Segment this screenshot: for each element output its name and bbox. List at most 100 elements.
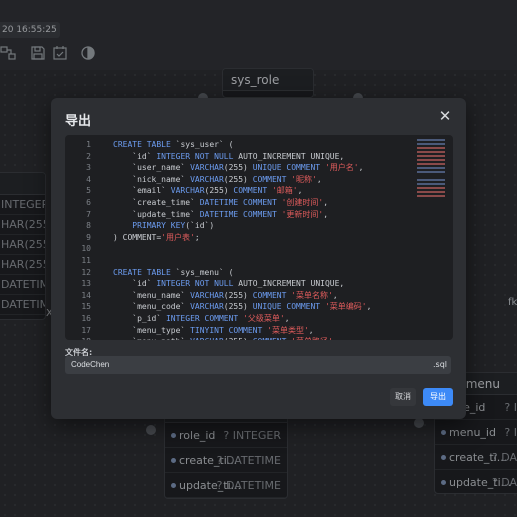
line-number: 11	[81, 255, 91, 265]
sql-token: `id`	[113, 279, 157, 289]
sql-string: '菜单编码'	[324, 302, 367, 312]
sql-token: `menu_code`	[113, 302, 191, 312]
filename-input[interactable]	[65, 356, 451, 374]
code-line: `menu_path` VARCHAR(255) COMMENT '菜单路径',	[113, 336, 403, 340]
sql-token: `sys_menu` (	[175, 267, 234, 277]
code-line: `user_name` VARCHAR(255) UNIQUE COMMENT …	[113, 162, 403, 174]
sql-token: `create_time`	[113, 197, 200, 207]
sql-keyword: COMMENT	[233, 186, 272, 196]
sql-token: `update_time`	[113, 209, 200, 219]
sql-token: ,	[297, 186, 303, 196]
sql-string: '菜单名称'	[291, 290, 333, 300]
close-icon[interactable]: ✕	[436, 107, 454, 125]
filename-suffix: .sql	[433, 360, 448, 369]
sql-keyword: DATETIME COMMENT	[199, 197, 282, 207]
sql-keyword: CREATE TABLE	[113, 140, 176, 149]
sql-keyword: CREATE TABLE	[113, 267, 176, 277]
code-line: `nick_name` VARCHAR(255) COMMENT '昵称',	[113, 174, 403, 186]
sql-token: ,	[316, 174, 322, 184]
sql-keyword: VARCHAR	[170, 186, 205, 196]
sql-token: ,	[332, 290, 338, 300]
sql-keyword: INTEGER NOT NULL	[156, 151, 239, 161]
cancel-button[interactable]: 取消	[390, 388, 416, 406]
sql-string: '昵称'	[291, 174, 317, 184]
code-minimap[interactable]	[417, 139, 445, 209]
sql-token: (255)	[223, 174, 253, 184]
sql-keyword: DATETIME COMMENT	[199, 209, 282, 219]
line-number: 2	[86, 151, 91, 161]
sql-token: ,	[366, 302, 372, 312]
sql-token: `user_name`	[113, 163, 191, 173]
sql-token: `email`	[113, 186, 171, 196]
line-number: 8	[86, 221, 91, 231]
code-line: `update_time` DATETIME COMMENT '更新时间',	[113, 209, 403, 221]
sql-keyword: PRIMARY KEY	[113, 221, 186, 231]
sql-string: '菜单路径'	[291, 337, 333, 340]
sql-token: `menu_type`	[113, 325, 191, 335]
code-line: `id` INTEGER NOT NULL AUTO_INCREMENT UNI…	[113, 278, 403, 290]
line-number: 10	[81, 244, 91, 254]
sql-token: `nick_name`	[113, 174, 191, 184]
sql-token: `p_id`	[113, 313, 166, 323]
sql-string: '父级菜单'	[243, 313, 285, 323]
sql-string: '用户表'	[161, 232, 195, 242]
sql-token: ,	[323, 209, 329, 219]
sql-string: '邮箱'	[271, 186, 298, 196]
sql-token: `menu_path`	[113, 337, 190, 340]
sql-keyword: VARCHAR	[190, 302, 224, 312]
sql-token: (255)	[223, 163, 253, 173]
sql-keyword: VARCHAR	[190, 163, 224, 173]
sql-token: (255)	[223, 302, 253, 312]
code-line: `menu_name` VARCHAR(255) COMMENT '菜单名称',	[113, 290, 403, 302]
code-line: `id` INTEGER NOT NULL AUTO_INCREMENT UNI…	[113, 151, 403, 163]
sql-token: ,	[333, 337, 338, 340]
line-number: 14	[81, 290, 91, 300]
code-line: `p_id` INTEGER COMMENT '父级菜单',	[113, 313, 403, 325]
line-number: 9	[86, 232, 91, 242]
line-number: 13	[81, 279, 91, 289]
export-button[interactable]: 导出	[423, 388, 453, 406]
code-editor[interactable]: 12345678910111213141516171819 CREATE TAB…	[65, 135, 453, 340]
sql-token: AUTO_INCREMENT UNIQUE,	[238, 151, 345, 161]
line-number: 18	[65, 336, 103, 340]
sql-code: CREATE TABLE `sys_user` ( `id` INTEGER N…	[113, 139, 403, 340]
sql-keyword: VARCHAR	[190, 337, 224, 340]
sql-keyword: INTEGER NOT NULL	[156, 279, 239, 289]
sql-token: `menu_name`	[113, 290, 191, 300]
line-number: 4	[86, 174, 91, 184]
sql-token: ;	[194, 232, 200, 242]
sql-token: (`id`)	[185, 221, 215, 231]
code-line: `create_time` DATETIME COMMENT '创建时间',	[113, 197, 403, 209]
sql-keyword: UNIQUE COMMENT	[252, 302, 325, 312]
code-line: `menu_code` VARCHAR(255) UNIQUE COMMENT …	[113, 301, 403, 313]
line-number: 15	[81, 302, 91, 312]
line-number: 7	[86, 209, 91, 219]
line-number: 6	[86, 197, 91, 207]
sql-token: ) COMMENT=	[113, 232, 162, 242]
sql-token: ,	[358, 163, 364, 173]
line-number-gutter: 12345678910111213141516171819	[65, 139, 103, 340]
sql-token: `id`	[113, 151, 157, 161]
sql-string: '菜单类型'	[267, 325, 309, 335]
sql-token: `sys_user` (	[175, 140, 234, 149]
sql-token: (255)	[224, 337, 253, 340]
sql-keyword: VARCHAR	[190, 290, 224, 300]
code-line: PRIMARY KEY(`id`)	[113, 220, 403, 232]
sql-keyword: COMMENT	[252, 290, 292, 300]
sql-keyword: COMMENT	[253, 337, 292, 340]
sql-token: ,	[284, 313, 290, 323]
line-number: 5	[86, 186, 91, 196]
line-number: 17	[81, 325, 91, 335]
code-line: `email` VARCHAR(255) COMMENT '邮箱',	[113, 185, 403, 197]
sql-keyword: COMMENT	[252, 174, 292, 184]
sql-keyword: UNIQUE COMMENT	[252, 163, 325, 173]
line-number: 1	[86, 140, 91, 149]
sql-string: '创建时间'	[281, 197, 324, 207]
sql-keyword: VARCHAR	[190, 174, 224, 184]
sql-string: '更新时间'	[281, 209, 324, 219]
sql-token: ,	[308, 325, 314, 335]
sql-token: (255)	[204, 186, 234, 196]
line-number: 16	[81, 313, 91, 323]
